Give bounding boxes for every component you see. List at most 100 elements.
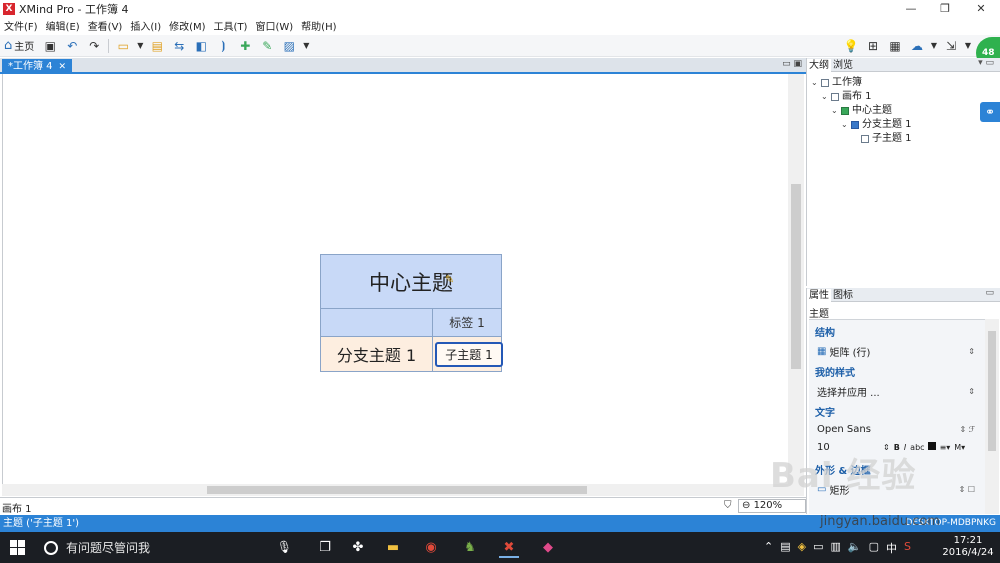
shape-select[interactable]: ▭ 矩形 ⇕ ☐ xyxy=(817,482,977,497)
case-icon[interactable]: M▾ xyxy=(954,443,965,452)
editor-window-controls[interactable]: ▭ ▣ xyxy=(782,59,802,69)
tab-workbook[interactable]: *工作簿 4 ✕ xyxy=(2,59,73,74)
maximize-button[interactable]: ❐ xyxy=(928,0,962,17)
chevron-down-icon[interactable]: ⌄ xyxy=(811,76,821,89)
text-format-icons[interactable]: ⇕ B Iabc ≡▾ M▾ xyxy=(879,442,965,453)
menu-tools[interactable]: 工具(T) xyxy=(210,18,252,33)
chevron-down-icon[interactable]: ▼ xyxy=(134,37,146,55)
panel-minimize-icon[interactable]: ▭ xyxy=(985,288,994,298)
align-icon[interactable]: ≡▾ xyxy=(940,443,951,452)
close-button[interactable]: ✕ xyxy=(964,0,998,17)
marker-icon[interactable]: ✚ xyxy=(234,37,256,55)
minimize-button[interactable]: — xyxy=(894,0,928,17)
chevron-down-icon[interactable]: ▼ xyxy=(928,37,940,55)
notification-icon[interactable]: ▢ xyxy=(869,540,879,556)
panel-menu-icon[interactable]: ▾ ▭ xyxy=(978,58,994,68)
font-select[interactable]: Open Sans ⇕ ℱ xyxy=(817,424,977,435)
tab-icons[interactable]: 图标 xyxy=(831,289,855,302)
menu-modify[interactable]: 修改(M) xyxy=(165,18,209,33)
home-button[interactable]: ⌂ 主页 xyxy=(0,38,39,53)
menu-file[interactable]: 文件(F) xyxy=(0,18,42,33)
horizontal-scrollbar[interactable] xyxy=(2,484,804,496)
summary-icon[interactable]: ⦘ xyxy=(212,37,234,55)
strike-icon[interactable]: abc xyxy=(910,443,924,452)
chevron-down-icon[interactable]: ▼ xyxy=(962,37,974,55)
undo-icon[interactable]: ↶ xyxy=(61,37,83,55)
menu-help[interactable]: 帮助(H) xyxy=(297,18,340,33)
sheet-icon xyxy=(831,92,839,101)
presentation-icon[interactable]: ⊞ xyxy=(862,37,884,55)
chevron-up-icon[interactable]: ⌃ xyxy=(764,540,773,556)
app-taskbar-icon[interactable]: ◆ xyxy=(538,538,558,558)
topic-icon[interactable]: ▭ xyxy=(112,37,134,55)
link-icon[interactable]: ⚭ xyxy=(980,102,1000,122)
chevron-down-icon[interactable]: ⌄ xyxy=(821,90,831,103)
chevron-down-icon[interactable]: ▼ xyxy=(300,37,312,55)
pinwheel-icon[interactable]: ✤ xyxy=(348,538,368,558)
menu-insert[interactable]: 插入(I) xyxy=(126,18,165,33)
boundary-icon[interactable]: ◧ xyxy=(190,37,212,55)
structure-select[interactable]: ▦ 矩阵 (行) ⇕ xyxy=(817,344,977,359)
evernote-icon[interactable]: ♞ xyxy=(460,538,480,558)
chevron-down-icon[interactable]: ⌄ xyxy=(841,118,851,131)
cortana-search[interactable]: 有问题尽管问我 🎙 xyxy=(36,532,304,563)
font-size-row[interactable]: 10 ⇕ B Iabc ≡▾ M▾ xyxy=(817,442,977,453)
chevron-down-icon[interactable]: ⌄ xyxy=(831,104,841,117)
scroll-thumb[interactable] xyxy=(791,184,801,369)
close-icon[interactable]: ✕ xyxy=(59,62,67,72)
export-icon[interactable]: ⇲ xyxy=(940,37,962,55)
scroll-thumb[interactable] xyxy=(988,331,996,451)
file-explorer-icon[interactable]: ▬ xyxy=(383,538,403,558)
outline-item-central-topic[interactable]: ⌄ 中心主题 xyxy=(831,104,892,117)
zoom-select[interactable]: ⊖ 120% xyxy=(738,499,806,513)
lightbulb-icon[interactable]: 💡 xyxy=(840,37,862,55)
sogou-icon[interactable]: S xyxy=(904,540,911,556)
shield-icon[interactable]: ◈ xyxy=(798,540,806,556)
ime-indicator[interactable]: 中 xyxy=(886,540,897,556)
stepper-icon: ⇕ xyxy=(883,443,890,452)
gantt-icon[interactable]: ▦ xyxy=(884,37,906,55)
italic-icon[interactable]: I xyxy=(904,443,906,452)
menu-window[interactable]: 窗口(W) xyxy=(251,18,297,33)
xmind-taskbar-icon[interactable]: ✖ xyxy=(499,538,519,558)
clock[interactable]: 17:21 2016/4/24 xyxy=(938,535,998,559)
tab-browse[interactable]: 浏览 xyxy=(831,59,855,72)
chrome-icon[interactable]: ◉ xyxy=(421,538,441,558)
filter-icon[interactable]: ⛉ xyxy=(724,500,732,511)
tab-properties[interactable]: 属性 xyxy=(807,289,831,302)
volume-icon[interactable]: 🔈 xyxy=(848,540,862,556)
share-icon[interactable]: ☁ xyxy=(906,37,928,55)
topic-label[interactable]: 标签 1 xyxy=(432,309,501,336)
network-icon[interactable]: ▥ xyxy=(831,540,841,556)
menu-edit[interactable]: 编辑(E) xyxy=(42,18,84,33)
outline-item-workbook[interactable]: ⌄ 工作簿 xyxy=(811,76,862,89)
image-icon[interactable]: ▨ xyxy=(278,37,300,55)
menu-view[interactable]: 查看(V) xyxy=(84,18,127,33)
note-icon[interactable]: ✎ xyxy=(256,37,278,55)
outline-item-branch-topic[interactable]: ⌄ 分支主题 1 xyxy=(841,118,912,131)
battery-icon[interactable]: ▭ xyxy=(813,540,823,556)
sheet-tab[interactable]: 画布 1 xyxy=(2,500,32,515)
font-style-icon[interactable]: ⇕ ℱ xyxy=(959,425,975,434)
bold-icon[interactable]: B xyxy=(894,443,900,452)
color-swatch[interactable] xyxy=(927,442,936,450)
microphone-icon[interactable]: 🎙 xyxy=(277,540,292,554)
save-icon[interactable]: ▣ xyxy=(39,37,61,55)
style-select[interactable]: 选择并应用 ... ⇕ xyxy=(817,384,977,399)
relationship-icon[interactable]: ⇆ xyxy=(168,37,190,55)
outline-item-subtopic[interactable]: 子主题 1 xyxy=(851,132,912,145)
vertical-scrollbar[interactable] xyxy=(788,74,804,484)
subtopic-selected[interactable]: 子主题 1 xyxy=(435,342,503,367)
tab-outline[interactable]: 大纲 xyxy=(807,59,831,72)
branch-topic[interactable]: 分支主题 1 xyxy=(321,337,432,371)
stepper-icon: ⇕ xyxy=(968,387,975,396)
task-view-icon[interactable]: ❐ xyxy=(315,538,335,558)
windows-start-icon[interactable] xyxy=(10,540,25,555)
callout-icon[interactable]: ▤ xyxy=(146,37,168,55)
central-topic[interactable]: 中心主题 ✎ xyxy=(321,255,501,309)
outline-item-sheet[interactable]: ⌄ 画布 1 xyxy=(821,90,872,103)
properties-scrollbar[interactable] xyxy=(985,319,999,514)
redo-icon[interactable]: ↷ xyxy=(83,37,105,55)
keyboard-icon[interactable]: ▤ xyxy=(780,540,790,556)
scroll-thumb[interactable] xyxy=(207,486,587,494)
